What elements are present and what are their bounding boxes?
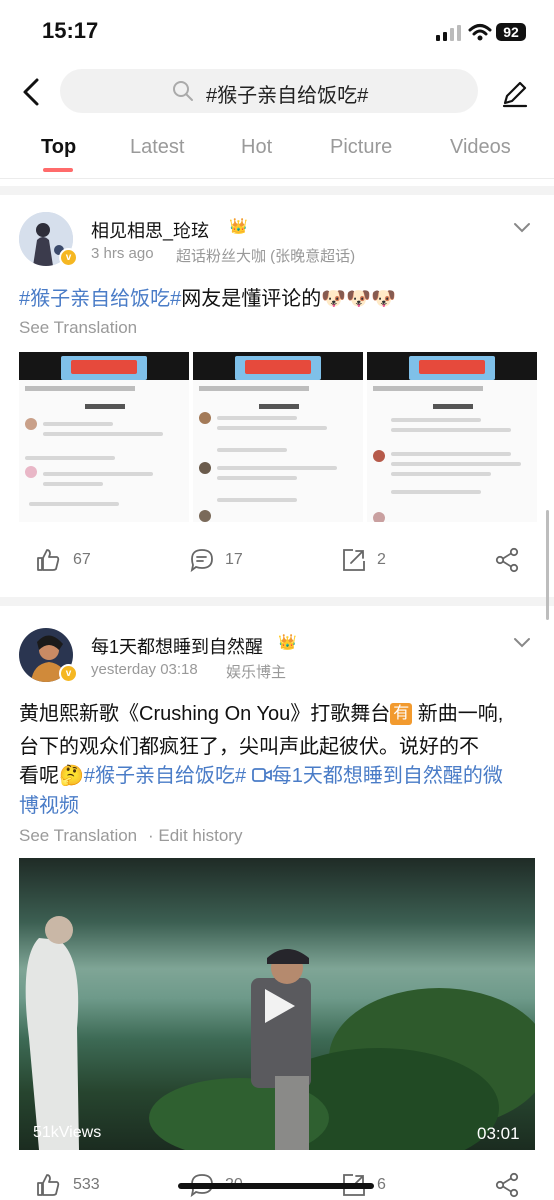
status-time: 15:17 [42, 18, 99, 43]
post-username[interactable]: 每1天都想睡到自然醒 [91, 633, 263, 659]
dog-emoji: 🐶🐶🐶 [321, 288, 396, 310]
share-icon[interactable] [494, 547, 520, 573]
post-text-line-1: 黄旭熙新歌《Crushing On You》打歌舞台有 新曲一响, [19, 703, 504, 725]
video-link-icon [251, 768, 272, 782]
search-icon [173, 81, 193, 101]
comment-count: 17 [225, 551, 243, 568]
video-link[interactable]: 每1天都想睡到自然醒的微 [251, 765, 503, 787]
post-text: #猴子亲自给饭吃#网友是懂评论的🐶🐶🐶 [19, 288, 396, 310]
video-views: 51kViews [33, 1124, 102, 1141]
chevron-down-icon[interactable] [512, 636, 532, 650]
edit-history-link[interactable]: · Edit history [148, 826, 242, 846]
post-time: 3 hrs ago [91, 245, 154, 262]
tab-latest[interactable]: Latest [130, 136, 184, 159]
crown-badge-icon: 👑 [229, 218, 248, 235]
wifi-icon [468, 24, 492, 41]
comment-icon[interactable] [189, 547, 215, 573]
play-icon[interactable] [259, 986, 299, 1026]
like-icon[interactable] [35, 547, 61, 573]
see-translation-link[interactable]: See Translation [19, 826, 137, 846]
post-image[interactable] [193, 352, 363, 522]
active-tab-indicator [43, 168, 73, 172]
post-time: yesterday 03:18 [91, 661, 198, 678]
back-arrow-icon[interactable] [18, 76, 46, 108]
battery-indicator: 92 [496, 23, 526, 41]
cellular-signal-icon [436, 25, 461, 41]
like-icon[interactable] [35, 1172, 61, 1198]
verified-badge-icon: v [59, 664, 78, 683]
hashtag-link[interactable]: #猴子亲自给饭吃# [19, 288, 181, 310]
chevron-down-icon[interactable] [512, 221, 532, 235]
post-image[interactable] [19, 352, 189, 522]
post-text-line-3: 看呢🤔#猴子亲自给饭吃# 每1天都想睡到自然醒的微 [19, 765, 503, 787]
like-count: 533 [73, 1176, 100, 1193]
repost-count: 2 [377, 551, 386, 568]
share-icon[interactable] [494, 1172, 520, 1198]
video-link-continued[interactable]: 博视频 [19, 790, 79, 823]
tab-picture[interactable]: Picture [330, 136, 392, 159]
video-duration: 03:01 [477, 1124, 520, 1143]
like-count: 67 [73, 551, 91, 568]
see-translation-link[interactable]: See Translation [19, 318, 137, 338]
tab-hot[interactable]: Hot [241, 136, 272, 159]
home-indicator[interactable] [178, 1183, 374, 1189]
scrollbar[interactable] [546, 510, 549, 620]
post-username[interactable]: 相见相思_玱玹 [91, 217, 209, 243]
hashtag-link[interactable]: #猴子亲自给饭吃# [84, 765, 246, 787]
repost-icon[interactable] [341, 547, 367, 573]
you-badge: 有 [390, 703, 413, 725]
verified-badge-icon: v [59, 248, 78, 267]
feed-separator [0, 186, 554, 195]
crown-badge-icon: 👑 [278, 634, 297, 651]
tab-top[interactable]: Top [41, 136, 76, 159]
feed-separator [0, 597, 554, 606]
post-source: 娱乐博主 [226, 664, 287, 681]
post-image[interactable] [367, 352, 537, 522]
repost-count: 6 [377, 1176, 386, 1193]
tab-videos[interactable]: Videos [450, 136, 511, 159]
divider [0, 178, 554, 179]
compose-icon[interactable] [500, 78, 530, 108]
search-query[interactable]: #猴子亲自给饭吃# [206, 79, 368, 108]
post-source: 超话粉丝大咖 (张晚意超话) [176, 248, 356, 265]
